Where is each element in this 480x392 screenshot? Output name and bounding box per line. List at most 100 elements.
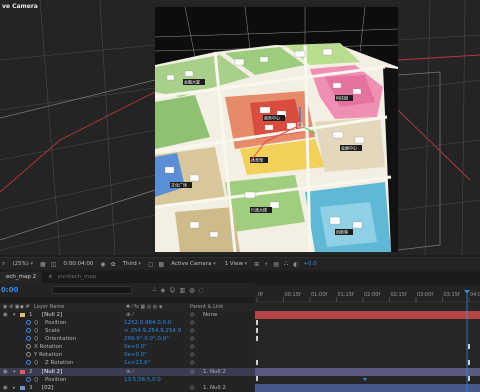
layer-name[interactable]: [Null 2] [42,368,62,376]
property-row[interactable]: ⟨⟩ Position 1252.0,964.0,0.0 ◎ [0,319,255,327]
property-row[interactable]: ⟨⟩ Orientation 299.9°,0.0°,0.0° ◎ [0,335,255,343]
property-value[interactable]: 13.5,58.5,0.0 [124,376,161,384]
draft-3d-icon[interactable]: ◈ [161,287,166,294]
keyframe-nav-icon[interactable]: ⟨⟩ [34,376,38,384]
stopwatch-icon[interactable] [26,328,31,333]
pickwhip-icon[interactable]: ◎ [190,384,195,392]
property-row[interactable]: X Rotation 0x+0.0° ◎ [0,343,255,351]
mask-icon[interactable]: ◫ [51,261,57,268]
parent-dropdown[interactable]: 1. Null 2 [203,368,226,376]
grid-icon[interactable]: ▦ [40,261,46,268]
transparency-grid-icon[interactable]: ▩ [159,261,165,268]
property-value[interactable]: ∞ 254.9,254.9,254.9 [124,327,181,335]
visibility-eye-icon[interactable]: ◉ [3,384,8,392]
expand-triangle-icon[interactable]: ▾ [13,368,16,376]
stopwatch-icon[interactable] [26,336,31,341]
property-value[interactable]: 0x+0.0° [124,343,147,351]
time-marker[interactable] [363,378,367,381]
zoom-dropdown[interactable]: (25%) [10,260,35,268]
region-of-interest-icon[interactable]: ▢ [148,261,154,268]
pickwhip-icon[interactable]: ◎ [190,359,195,367]
pickwhip-icon[interactable]: ◎ [190,327,195,335]
resolution-dropdown[interactable]: Third [121,260,143,268]
stopwatch-icon[interactable] [26,360,31,365]
property-value[interactable]: 1252.0,964.0,0.0 [124,319,171,327]
view-layout-dropdown[interactable]: 1 View [223,260,249,268]
layer-search-input[interactable] [52,286,133,294]
time-ruler[interactable]: 0f 00:15f 01:00f 01:15f 02:00f 02:15f 03:00f 03… [255,286,480,304]
fast-previews-icon[interactable]: ⚡ [264,261,268,268]
layer-row[interactable]: ◉ ▾ 1 [Null 2] ⊕ ⁄ ◎ None [0,311,255,319]
keyframe[interactable] [256,328,258,333]
close-icon[interactable]: × [48,274,53,280]
stopwatch-icon[interactable] [26,320,31,325]
expand-triangle-icon[interactable]: ▸ [13,384,16,392]
property-row[interactable]: ⟨⟩ Z Rotation 1x+23.6° ◎ [0,359,255,367]
keyframe-nav-icon[interactable]: ⟨⟩ [34,359,38,367]
keyframe[interactable] [256,360,258,365]
camera-view-dropdown[interactable]: Active Camera [169,260,217,268]
graph-editor-icon[interactable]: ◌ [198,287,203,294]
keyframe[interactable] [468,376,470,381]
keyframe-nav-icon[interactable]: ⟨⟩ [34,327,38,335]
toggle-pixel-aspect-icon[interactable]: ⊞ [254,261,259,268]
exposure-value[interactable]: +0.0 [303,261,316,267]
layer-name[interactable]: [02] [42,384,53,392]
layer-switches[interactable]: ⊕ ⁄ [126,368,133,376]
stopwatch-icon[interactable] [26,377,31,382]
parent-dropdown[interactable]: None [203,311,217,319]
property-row[interactable]: ⟨⟩ Scale ∞ 254.9,254.9,254.9 ◎ [0,327,255,335]
composition-frame[interactable]: 金融大厦 商务中心 科技园 会展中心 体育馆 文化广场 行政大楼 创新港 [155,7,398,252]
property-value[interactable]: 1x+23.6° [124,359,150,367]
parent-dropdown[interactable]: 1. Null 2 [203,384,226,392]
label-color-swatch[interactable] [20,313,25,317]
keyframe[interactable] [256,376,258,381]
frame-blending-icon[interactable]: ▥ [180,287,186,294]
pickwhip-icon[interactable]: ◎ [190,343,195,351]
keyframe-nav-icon[interactable]: ⟨⟩ [34,319,38,327]
label-color-swatch[interactable] [20,370,25,374]
pickwhip-icon[interactable]: ◎ [190,335,195,343]
tab-timeline-inactive[interactable]: × yunitech_map [42,272,102,283]
property-row[interactable]: ⟨⟩ Position 13.5,58.5,0.0 [0,376,255,384]
label-color-swatch[interactable] [20,386,25,390]
current-time[interactable]: 0:00:04:00 [61,260,95,268]
layer-row[interactable]: ◉ ▸ 3 [02] ◎ 1. Null 2 [0,384,255,392]
keyframe[interactable] [256,320,258,325]
shy-layers-icon[interactable]: ☺ [169,287,175,294]
layer-duration-bar[interactable] [255,384,480,392]
pickwhip-icon[interactable]: ◎ [190,319,195,327]
keyframe[interactable] [468,344,470,349]
layer-switches[interactable]: ⊕ ⁄ [126,311,133,319]
property-row[interactable]: Y Rotation 0x+0.0° ◎ [0,351,255,359]
expand-triangle-icon[interactable]: ▾ [13,311,16,319]
camera-snapshot-icon[interactable]: ◉ [100,261,105,268]
layer-row-selected[interactable]: ◉ ▾ 2 [Null 2] ⊕ ⁄ ◎ 1. Null 2 [0,368,255,376]
composition-flowchart-icon[interactable]: ⛬ [152,286,156,294]
flowchart-icon[interactable]: ⛬ [284,260,288,268]
layer-name-header[interactable]: Layer Name [34,304,64,310]
keyframe[interactable] [256,336,258,341]
layer-duration-bar[interactable] [255,368,480,376]
pickwhip-icon[interactable]: ◎ [190,311,195,319]
pickwhip-icon[interactable]: ◎ [190,351,195,359]
visibility-eye-icon[interactable]: ◉ [3,368,8,376]
layer-duration-bar[interactable] [255,311,480,319]
pickwhip-icon[interactable]: ◎ [190,368,195,376]
parent-header[interactable]: Parent & Link [190,304,223,310]
color-channel-icon[interactable]: ✿ [111,261,116,268]
composition-viewer[interactable]: ve Camera 金融大厦 商务中心 科技园 会展中心 体育馆 文化广场 行政… [0,0,480,255]
visibility-eye-icon[interactable]: ◉ [3,311,8,319]
stopwatch-icon[interactable] [26,352,31,357]
tab-timeline-active[interactable]: ech_map 2 [0,272,43,283]
property-value[interactable]: 0x+0.0° [124,351,147,359]
property-value[interactable]: 299.9°,0.0°,0.0° [124,335,169,343]
timeline-timecode[interactable]: 0:00 [1,286,18,294]
motion-blur-icon[interactable]: ◍ [189,287,194,294]
exposure-icon[interactable]: ◐ [293,261,298,268]
timeline-tracks[interactable] [255,304,480,392]
magnifier-icon[interactable]: ⌕ [2,260,5,268]
keyframe[interactable] [468,360,470,365]
layer-name[interactable]: [Null 2] [42,311,62,319]
timeline-icon[interactable]: ▤ [273,261,279,268]
